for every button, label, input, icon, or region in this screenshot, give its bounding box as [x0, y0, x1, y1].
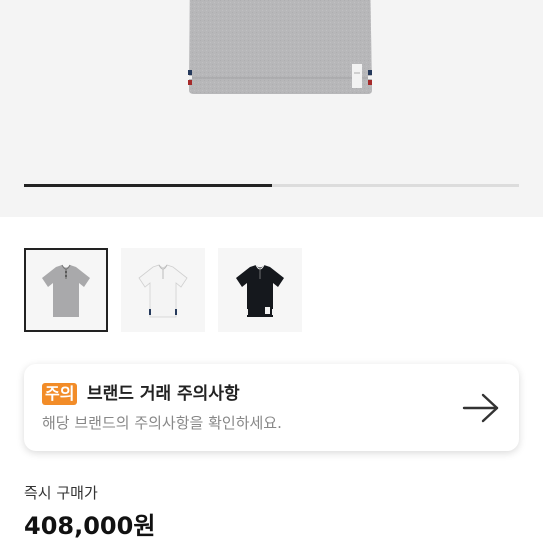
warning-badge: 주의 [42, 383, 78, 405]
instant-buy-price: 408,000원 [24, 512, 156, 540]
black-polo-shirt-icon [236, 264, 284, 317]
gray-polo-shirt-image [188, 0, 372, 94]
thumbnail-white[interactable] [121, 248, 205, 332]
gallery-progress-fill [24, 184, 272, 187]
notice-title: 브랜드 거래 주의사항 [87, 384, 240, 404]
white-polo-shirt-icon [138, 264, 188, 318]
product-image-gallery[interactable] [0, 0, 543, 217]
thumbnail-black[interactable] [218, 248, 302, 332]
gray-polo-shirt-icon [42, 264, 90, 317]
brand-notice-card[interactable]: 주의 브랜드 거래 주의사항 해당 브랜드의 주의사항을 확인하세요. [24, 364, 519, 451]
thumbnail-gray[interactable] [24, 248, 108, 332]
gallery-progress-bar [24, 184, 519, 187]
arrow-right-icon[interactable] [462, 393, 500, 423]
instant-buy-price-label: 즉시 구매가 [24, 484, 98, 502]
notice-subtitle: 해당 브랜드의 주의사항을 확인하세요. [42, 414, 282, 432]
